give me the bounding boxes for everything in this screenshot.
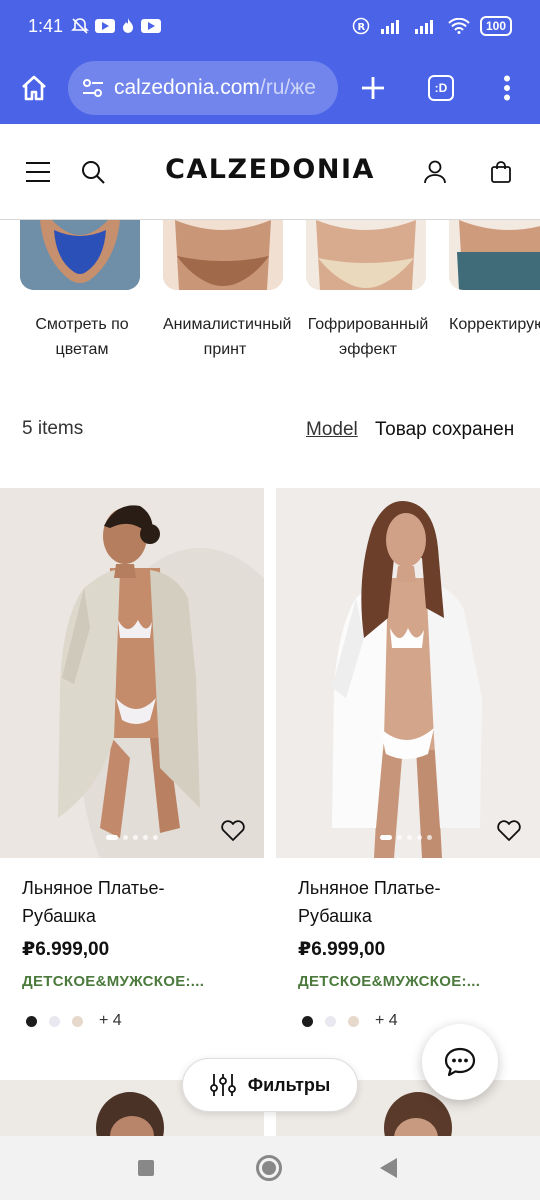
saved-toast: Товар сохранен (375, 419, 515, 440)
image-pagination (106, 835, 158, 840)
wifi-icon (448, 18, 470, 34)
home-nav-icon[interactable] (256, 1155, 282, 1181)
color-swatch-black[interactable] (26, 1015, 37, 1027)
model-view-link[interactable]: Model (306, 419, 358, 441)
tabs-button[interactable]: :D (408, 52, 474, 124)
browser-toolbar: calzedonia.com/ru/же :D (0, 52, 540, 124)
shopping-bag-icon (491, 161, 511, 183)
wishlist-heart-icon[interactable] (496, 820, 522, 842)
youtube-icon-2 (141, 19, 162, 33)
color-swatch-beige[interactable] (348, 1015, 359, 1027)
fire-icon (123, 18, 134, 33)
browser-menu-button[interactable] (474, 52, 540, 124)
product-promo: ДЕТСКОЕ&МУЖСКОЕ:... (22, 973, 205, 990)
chat-bubble-icon (444, 1047, 476, 1077)
tabs-count: :D (428, 75, 454, 101)
product-promo: ДЕТСКОЕ&МУЖСКОЕ:... (298, 973, 481, 990)
more-colors[interactable]: + 4 (375, 1012, 398, 1030)
registered-icon: R (352, 17, 370, 35)
product-name[interactable]: Льняное Платье-Рубашка (22, 874, 222, 930)
category-carousel[interactable]: Смотреть по цветам Анималистичный принт … (0, 220, 540, 380)
status-bar: 1:41 R 100 (0, 0, 540, 52)
items-count: 5 items (22, 418, 84, 439)
svg-text:R: R (357, 22, 365, 33)
wishlist-heart-icon[interactable] (220, 820, 246, 842)
youtube-icon (95, 19, 116, 33)
site-header: CALZEDONIA (0, 124, 540, 220)
url-text: calzedonia.com/ru/же (114, 76, 316, 100)
category-label: Смотреть по цветам (35, 316, 129, 358)
more-vert-icon (504, 75, 510, 101)
battery-indicator: 100 (479, 16, 512, 36)
user-icon (424, 160, 446, 184)
url-domain: calzedonia.com (114, 76, 260, 99)
notification-icons (71, 17, 162, 35)
category-label: Анималистичный принт (163, 316, 292, 358)
category-item[interactable]: Корректирующие (449, 220, 540, 337)
status-time: 1:41 (28, 15, 64, 36)
category-item[interactable]: Смотреть по цветам (20, 220, 144, 362)
listing-toolbar: 5 items Model Товар сохранен (0, 410, 540, 450)
product-card[interactable]: Льняное Платье-Рубашка ₽6.999,00 ДЕТСКОЕ… (276, 488, 540, 1030)
product-price: ₽6.999,00 (298, 939, 386, 960)
chat-button[interactable] (422, 1024, 498, 1100)
system-icons: R 100 (352, 16, 512, 36)
category-label: Гофрированный эффект (307, 316, 429, 358)
filters-label: Фильтры (247, 1074, 331, 1095)
more-colors[interactable]: + 4 (99, 1012, 122, 1030)
new-tab-button[interactable] (338, 52, 408, 124)
color-swatch-white[interactable] (325, 1015, 336, 1027)
category-item[interactable]: Анималистичный принт (163, 220, 292, 362)
home-icon (22, 75, 46, 101)
category-item[interactable]: Гофрированный эффект (306, 220, 430, 362)
system-navigation-bar (0, 1136, 540, 1200)
product-price: ₽6.999,00 (22, 939, 110, 960)
product-image[interactable] (276, 488, 540, 858)
product-image[interactable] (0, 488, 264, 858)
filters-button[interactable]: Фильтры (182, 1058, 358, 1112)
home-button[interactable] (0, 52, 68, 124)
product-card[interactable]: Льняное Платье-Рубашка ₽6.999,00 ДЕТСКОЕ… (0, 488, 264, 1030)
plus-icon (362, 77, 384, 99)
site-settings-icon[interactable] (82, 78, 104, 98)
category-thumbnail (449, 220, 540, 290)
category-thumbnail (163, 220, 283, 290)
color-swatches: + 4 (26, 1012, 264, 1030)
color-swatch-beige[interactable] (72, 1015, 83, 1027)
bell-off-icon (71, 18, 89, 34)
category-thumbnail (20, 220, 140, 290)
category-thumbnail (306, 220, 426, 290)
account-button[interactable] (417, 154, 453, 190)
color-swatches: + 4 (302, 1012, 540, 1030)
address-bar[interactable]: calzedonia.com/ru/же (68, 61, 338, 115)
product-name[interactable]: Льняное Платье-Рубашка (298, 874, 498, 930)
category-label: Корректирующие (449, 316, 540, 333)
recents-icon[interactable] (138, 1160, 154, 1176)
cart-button[interactable] (483, 154, 519, 190)
back-icon[interactable] (380, 1158, 397, 1178)
color-swatch-white[interactable] (49, 1015, 60, 1027)
url-path: /ru/же (259, 76, 316, 99)
color-swatch-black[interactable] (302, 1015, 313, 1027)
signal-icon-2 (414, 20, 433, 34)
image-pagination (380, 835, 432, 840)
signal-icon (380, 20, 399, 34)
filter-sliders-icon (209, 1074, 236, 1096)
brand-logo[interactable]: CALZEDONIA (0, 154, 540, 185)
